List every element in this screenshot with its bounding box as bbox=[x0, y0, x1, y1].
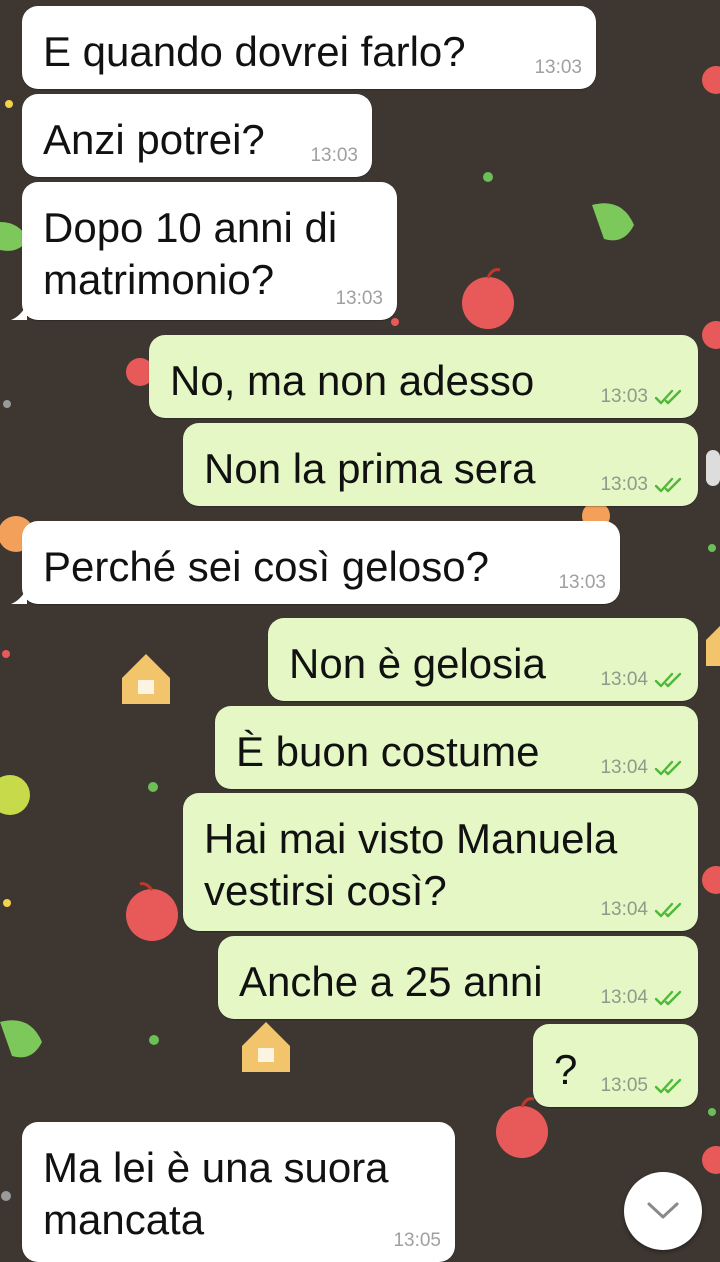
message-timestamp: 13:03 bbox=[335, 288, 383, 309]
message-text: Ma lei è una suora mancata bbox=[43, 1144, 389, 1243]
message-text: Non è gelosia bbox=[289, 640, 546, 687]
chevron-down-icon bbox=[647, 1202, 679, 1219]
message-text: Perché sei così geloso? bbox=[43, 543, 489, 590]
message-timestamp: 13:03 bbox=[310, 145, 358, 166]
incoming-message-bubble[interactable]: Anzi potrei? 13:03 bbox=[22, 94, 372, 177]
double-check-icon bbox=[654, 1078, 682, 1094]
message-meta: 13:03 bbox=[600, 474, 684, 496]
incoming-message-bubble[interactable]: Dopo 10 anni di matrimonio? 13:03 bbox=[11, 182, 397, 320]
message-meta: 13:03 bbox=[600, 386, 684, 408]
message-timestamp: 13:05 bbox=[393, 1230, 441, 1251]
message-meta: 13:04 bbox=[600, 757, 684, 779]
outgoing-message-bubble[interactable]: Anche a 25 anni 13:04 bbox=[218, 936, 698, 1019]
message-timestamp: 13:03 bbox=[600, 474, 648, 495]
message-text: È buon costume bbox=[236, 728, 540, 775]
message-timestamp: 13:04 bbox=[600, 899, 648, 920]
message-text: No, ma non adesso bbox=[170, 357, 535, 404]
double-check-icon bbox=[654, 672, 682, 688]
message-meta: 13:03 bbox=[534, 57, 582, 79]
double-check-icon bbox=[654, 760, 682, 776]
message-text: Anzi potrei? bbox=[43, 116, 265, 163]
message-meta: 13:05 bbox=[600, 1075, 684, 1097]
outgoing-message-bubble[interactable]: È buon costume 13:04 bbox=[215, 706, 698, 789]
outgoing-message-bubble[interactable]: Non è gelosia 13:04 bbox=[268, 618, 698, 701]
outgoing-message-bubble[interactable]: Hai mai visto Manuela vestirsi così? 13:0… bbox=[183, 793, 698, 931]
message-text: Dopo 10 anni di matrimonio? bbox=[43, 204, 338, 303]
message-meta: 13:04 bbox=[600, 899, 684, 921]
message-text: E quando dovrei farlo? bbox=[43, 28, 466, 75]
message-text: Hai mai visto Manuela vestirsi così? bbox=[204, 815, 618, 914]
message-timestamp: 13:04 bbox=[600, 669, 648, 690]
outgoing-message-bubble[interactable]: ? 13:05 bbox=[533, 1024, 698, 1107]
double-check-icon bbox=[654, 477, 682, 493]
message-text: Anche a 25 anni bbox=[239, 958, 543, 1005]
double-check-icon bbox=[654, 902, 682, 918]
message-meta: 13:03 bbox=[310, 145, 358, 167]
message-timestamp: 13:04 bbox=[600, 757, 648, 778]
message-meta: 13:03 bbox=[335, 288, 383, 310]
incoming-message-bubble[interactable]: Perché sei così geloso? 13:03 bbox=[11, 521, 620, 604]
bubble-tail bbox=[11, 588, 27, 604]
message-meta: 13:03 bbox=[558, 572, 606, 594]
message-timestamp: 13:03 bbox=[600, 386, 648, 407]
message-meta: 13:05 bbox=[393, 1230, 441, 1252]
double-check-icon bbox=[654, 389, 682, 405]
outgoing-message-bubble[interactable]: No, ma non adesso 13:03 bbox=[149, 335, 698, 418]
double-check-icon bbox=[654, 990, 682, 1006]
message-timestamp: 13:05 bbox=[600, 1075, 648, 1096]
message-meta: 13:04 bbox=[600, 669, 684, 691]
incoming-message-bubble[interactable]: Ma lei è una suora mancata 13:05 bbox=[22, 1122, 455, 1262]
message-text: ? bbox=[554, 1046, 578, 1093]
message-timestamp: 13:03 bbox=[534, 57, 582, 78]
message-text: Non la prima sera bbox=[204, 445, 536, 492]
incoming-message-bubble[interactable]: E quando dovrei farlo? 13:03 bbox=[22, 6, 596, 89]
message-timestamp: 13:04 bbox=[600, 987, 648, 1008]
chat-message-list[interactable]: E quando dovrei farlo? 13:03 Anzi potrei? 1… bbox=[0, 0, 720, 1262]
scroll-to-bottom-button[interactable] bbox=[624, 1172, 702, 1250]
bubble-tail bbox=[11, 304, 27, 320]
outgoing-message-bubble[interactable]: Non la prima sera 13:03 bbox=[183, 423, 698, 506]
message-meta: 13:04 bbox=[600, 987, 684, 1009]
message-timestamp: 13:03 bbox=[558, 572, 606, 593]
